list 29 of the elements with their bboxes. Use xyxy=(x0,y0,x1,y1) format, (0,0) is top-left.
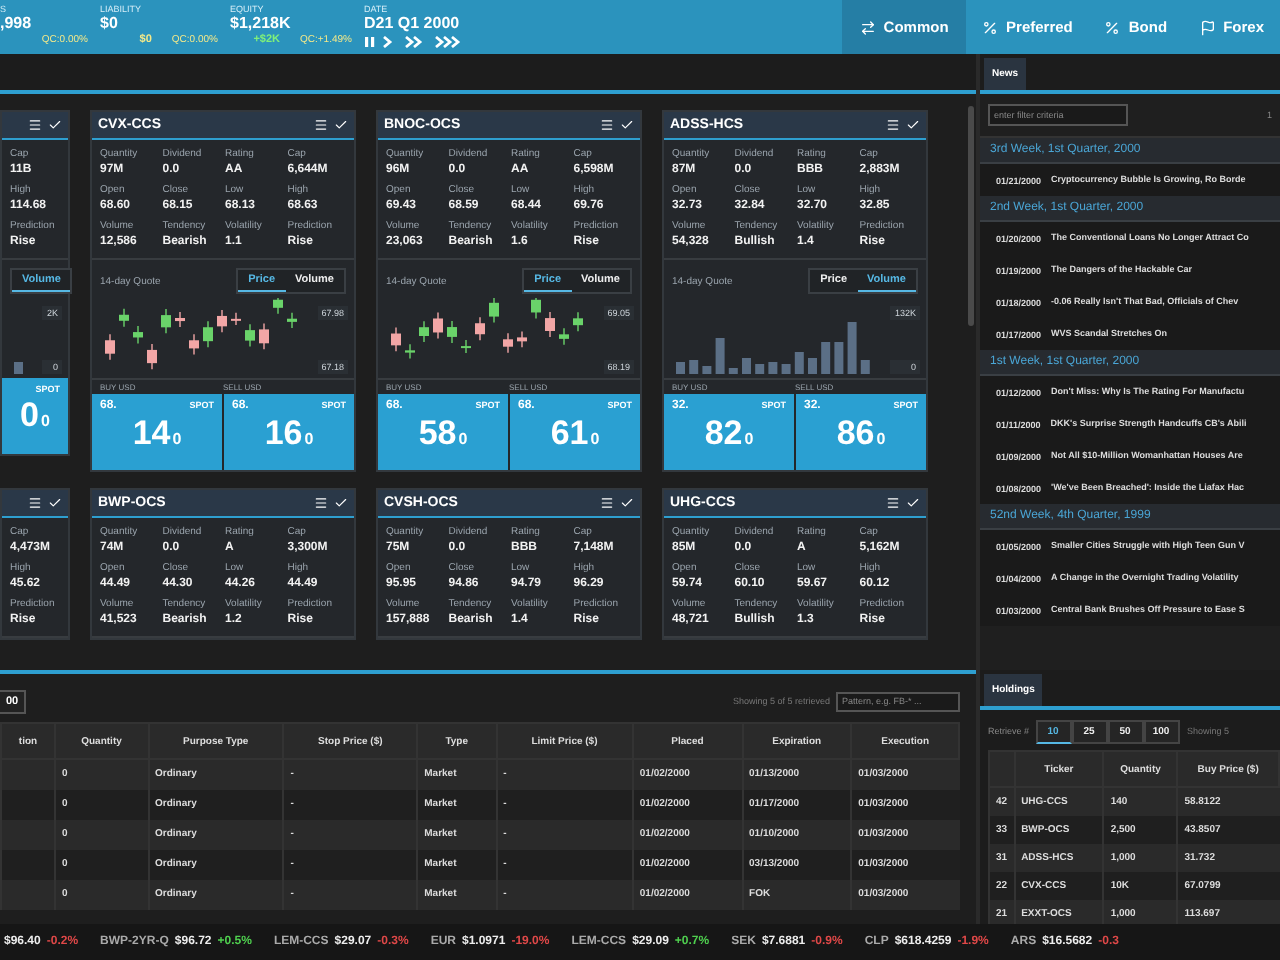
menu-icon[interactable] xyxy=(600,496,614,510)
percent-icon xyxy=(1104,19,1121,35)
check-icon[interactable] xyxy=(334,118,348,132)
menu-icon[interactable] xyxy=(886,496,900,510)
flag-icon xyxy=(1199,19,1216,35)
check-icon[interactable] xyxy=(334,496,348,510)
menu-icon[interactable] xyxy=(314,496,328,510)
stat-value: ,998 xyxy=(0,14,34,34)
check-icon[interactable] xyxy=(906,496,920,510)
fast-forward-icon[interactable] xyxy=(404,35,428,47)
check-icon[interactable] xyxy=(906,118,920,132)
fastest-forward-icon[interactable] xyxy=(434,35,466,47)
check-icon[interactable] xyxy=(48,496,62,510)
stat-value: $0 xyxy=(100,14,120,34)
menu-icon[interactable] xyxy=(886,118,900,132)
stat-value: $1,218K xyxy=(230,14,293,34)
play-icon[interactable] xyxy=(382,35,398,47)
date-value: D21 Q1 2000 xyxy=(364,14,462,34)
menu-icon[interactable] xyxy=(314,118,328,132)
swap-icon xyxy=(859,19,876,35)
pause-icon[interactable] xyxy=(364,35,376,47)
menu-icon[interactable] xyxy=(600,118,614,132)
check-icon[interactable] xyxy=(48,118,62,132)
volume-bar-chart xyxy=(14,362,23,374)
menu-icon[interactable] xyxy=(28,496,42,510)
menu-icon[interactable] xyxy=(28,118,42,132)
percent-icon xyxy=(982,19,999,35)
check-icon[interactable] xyxy=(620,496,634,510)
check-icon[interactable] xyxy=(620,118,634,132)
